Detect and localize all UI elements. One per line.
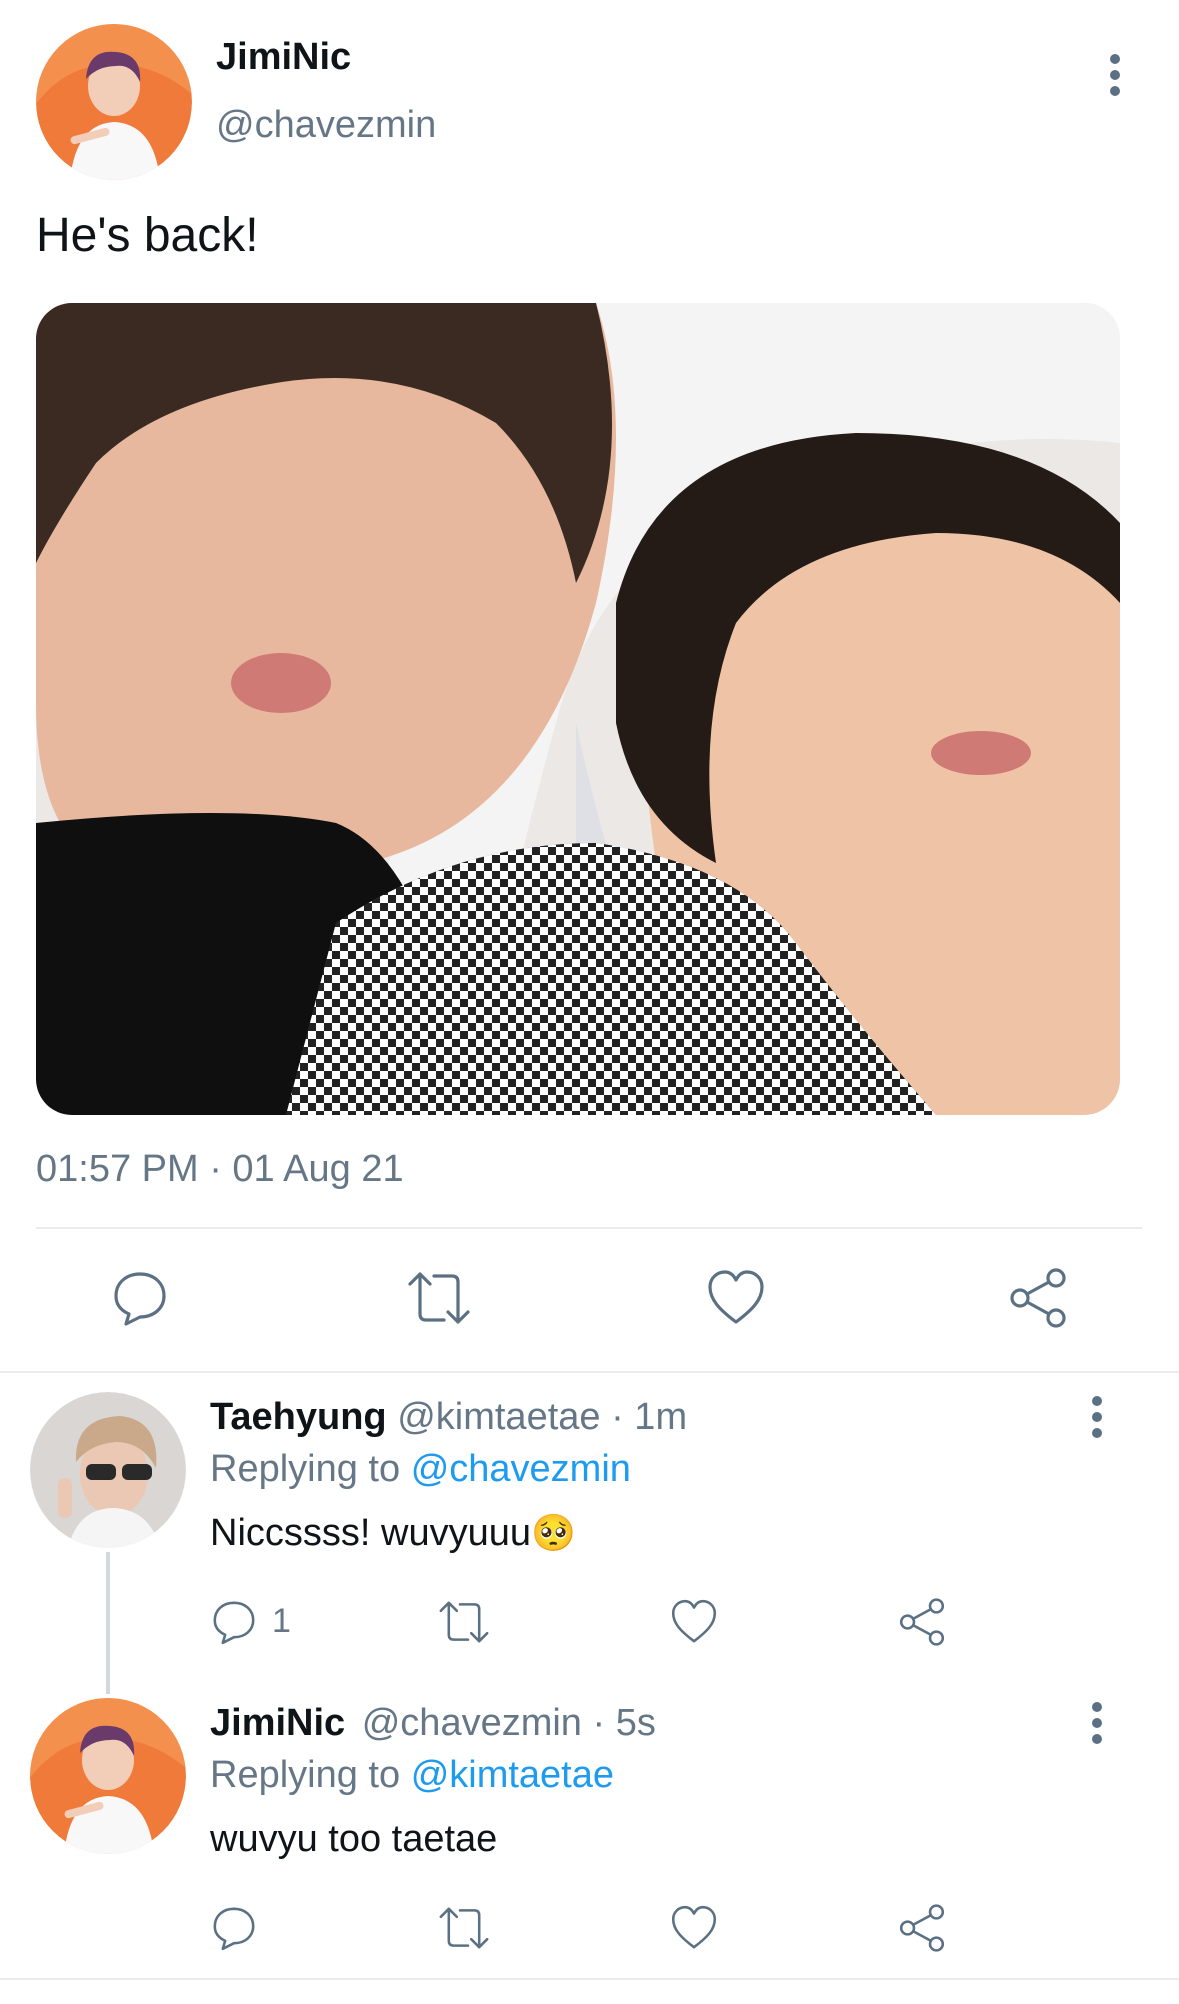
retweet-icon[interactable] [436,1904,492,1952]
share-icon[interactable] [898,1598,946,1646]
thread-line [106,1552,110,1694]
reply-text-content: Niccssss! wuvyuuu [210,1512,531,1554]
divider [0,1978,1179,1980]
more-options-icon[interactable] [1100,52,1130,102]
replying-to: Replying to @kimtaetae [210,1754,614,1797]
reply-text: wuvyu too taetae [210,1818,498,1860]
replying-to-label: Replying to [210,1754,401,1796]
tweet-text: He's back! [36,209,259,262]
reply-time[interactable]: · 1m [611,1396,687,1438]
mention-link[interactable]: @chavezmin [411,1448,631,1490]
reply-icon[interactable] [210,1904,258,1952]
like-icon[interactable] [670,1598,718,1646]
reply-icon[interactable] [210,1598,258,1646]
retweet-icon[interactable] [404,1268,474,1328]
display-name[interactable]: JimiNic [210,1702,345,1744]
divider [36,1227,1142,1229]
reply-count: 1 [272,1602,291,1640]
more-options-icon[interactable] [1082,1700,1112,1750]
tweet-photo[interactable] [36,303,1120,1115]
share-icon[interactable] [1008,1268,1068,1328]
like-icon[interactable] [670,1904,718,1952]
avatar[interactable] [36,24,192,180]
reply-icon[interactable] [110,1268,170,1328]
avatar[interactable] [30,1392,186,1548]
display-name[interactable]: JimiNic [216,36,351,79]
mention-link[interactable]: @kimtaetae [411,1754,614,1796]
reply-time[interactable]: · 5s [593,1702,656,1744]
pleading-face-emoji: 🥺 [530,1512,576,1553]
user-handle[interactable]: @chavezmin [216,104,436,147]
user-handle[interactable]: @kimtaetae [397,1396,600,1438]
share-icon[interactable] [898,1904,946,1952]
more-options-icon[interactable] [1082,1394,1112,1444]
reply-header: Taehyung @kimtaetae · 1m [210,1396,687,1439]
divider [0,1371,1179,1373]
reply-text: Niccssss! wuvyuuu🥺 [210,1512,576,1555]
avatar[interactable] [30,1698,186,1854]
like-icon[interactable] [706,1268,766,1328]
reply-header: JimiNic @chavezmin · 5s [210,1702,656,1745]
display-name[interactable]: Taehyung [210,1396,387,1438]
user-handle[interactable]: @chavezmin [362,1702,582,1744]
replying-to: Replying to @chavezmin [210,1448,631,1491]
retweet-icon[interactable] [436,1598,492,1646]
tweet-timestamp[interactable]: 01:57 PM · 01 Aug 21 [36,1148,404,1191]
replying-to-label: Replying to [210,1448,401,1490]
